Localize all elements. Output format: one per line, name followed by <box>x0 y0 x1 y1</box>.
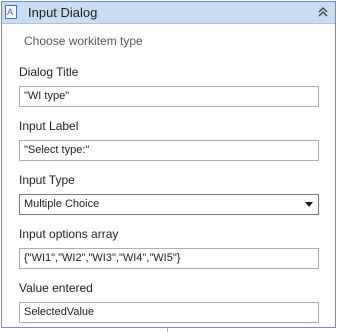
input-type-select[interactable]: Multiple Choice <box>19 194 319 215</box>
options-array-label: Input options array <box>19 227 119 241</box>
activity-title: Input Dialog <box>28 5 98 20</box>
input-label-input[interactable]: "Select type:" <box>19 140 319 161</box>
activity-icon: A <box>5 5 17 19</box>
value-entered-label: Value entered <box>19 281 93 295</box>
input-type-label: Input Type <box>19 173 75 187</box>
activity-display-name[interactable]: Choose workitem type <box>24 34 143 49</box>
connector-line <box>167 328 168 332</box>
options-array-input[interactable]: {"WI1","WI2","WI3","WI4","WI5"} <box>19 248 319 269</box>
input-label-label: Input Label <box>19 119 79 133</box>
double-chevron-up-icon[interactable] <box>315 4 331 20</box>
input-dialog-activity[interactable]: A Input Dialog Choose workitem type Dial… <box>1 1 336 328</box>
activity-header[interactable]: A Input Dialog <box>2 2 335 24</box>
dropdown-arrow-icon[interactable] <box>305 202 313 207</box>
dialog-title-label: Dialog Title <box>19 65 79 79</box>
value-entered-input[interactable]: SelectedValue <box>19 302 319 323</box>
input-type-selected-value: Multiple Choice <box>24 198 100 210</box>
dialog-title-input[interactable]: "WI type" <box>19 86 319 107</box>
